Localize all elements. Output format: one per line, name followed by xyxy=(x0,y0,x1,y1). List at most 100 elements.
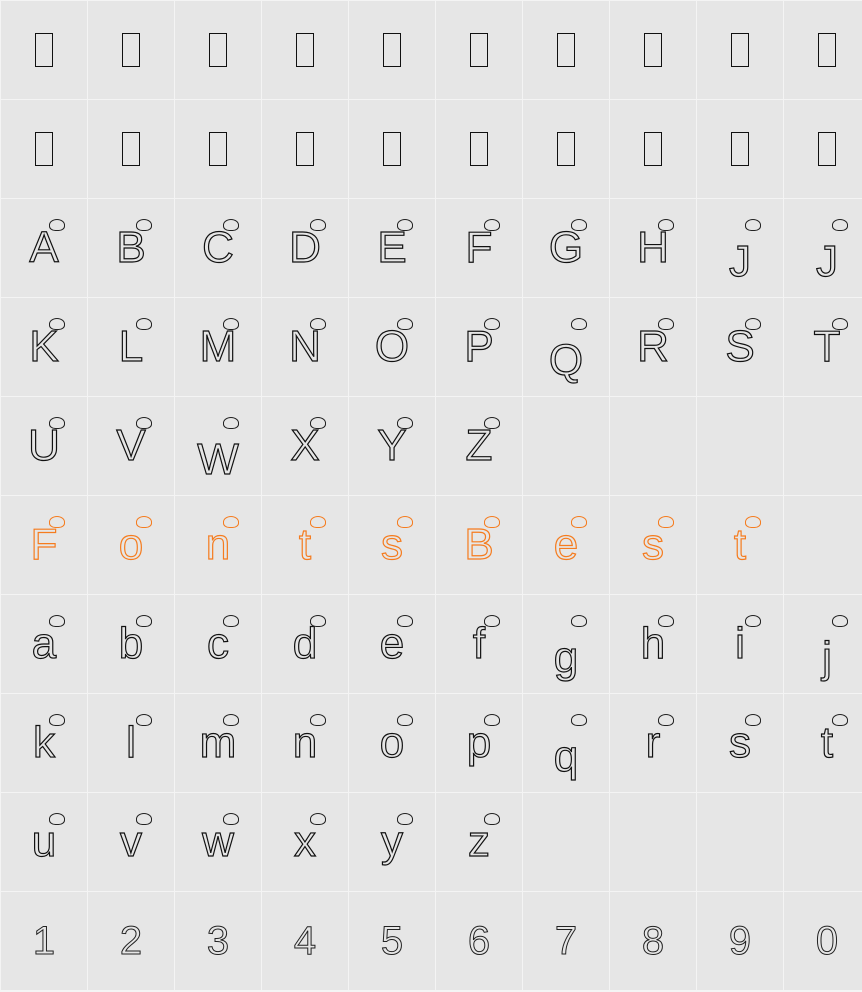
glyph-cell: s xyxy=(610,496,696,594)
font-preview-grid: A B C D E F G H J J K L M N O P Q R S T U V W X Y Z Fo n t s Be s t a b c d e… xyxy=(0,0,862,992)
animal-doodle-icon xyxy=(310,417,326,429)
animal-doodle-icon xyxy=(397,615,413,627)
empty-cell xyxy=(784,793,862,891)
glyph-cell: 2 xyxy=(88,892,174,990)
glyph-cell: 6 xyxy=(436,892,522,990)
animal-doodle-icon xyxy=(658,219,674,231)
glyph-cell xyxy=(523,1,609,99)
glyph-character: 3 xyxy=(206,919,230,963)
glyph-character: e xyxy=(553,520,579,569)
glyph-cell: J xyxy=(697,199,783,297)
glyph-cell: v xyxy=(88,793,174,891)
glyph-cell: d xyxy=(262,595,348,693)
animal-doodle-icon xyxy=(571,516,587,528)
glyph-character: x xyxy=(293,817,316,866)
glyph-character: A xyxy=(29,223,60,272)
animal-doodle-icon xyxy=(49,714,65,726)
animal-doodle-icon xyxy=(658,615,674,627)
animal-doodle-icon xyxy=(223,615,239,627)
animal-doodle-icon xyxy=(745,714,761,726)
notdef-box-icon xyxy=(470,132,488,166)
glyph-cell: W xyxy=(175,397,261,495)
glyph-cell xyxy=(262,1,348,99)
glyph-character: e xyxy=(379,619,405,668)
glyph-character: z xyxy=(467,817,490,866)
glyph-cell: h xyxy=(610,595,696,693)
glyph-cell: o xyxy=(349,694,435,792)
glyph-character: T xyxy=(813,322,841,371)
glyph-character: J xyxy=(815,237,838,286)
notdef-box-icon xyxy=(209,33,227,67)
empty-cell xyxy=(523,793,609,891)
glyph-cell xyxy=(610,100,696,198)
animal-doodle-icon xyxy=(49,417,65,429)
glyph-character: 4 xyxy=(293,919,317,963)
glyph-character: E xyxy=(377,223,408,272)
notdef-box-icon xyxy=(818,33,836,67)
glyph-character: q xyxy=(553,732,579,781)
glyph-character: C xyxy=(202,223,235,272)
glyph-cell: C xyxy=(175,199,261,297)
animal-doodle-icon xyxy=(49,516,65,528)
glyph-cell: B xyxy=(88,199,174,297)
glyph-cell: L xyxy=(88,298,174,396)
notdef-box-icon xyxy=(383,33,401,67)
animal-doodle-icon xyxy=(136,318,152,330)
glyph-cell: z xyxy=(436,793,522,891)
animal-doodle-icon xyxy=(310,813,326,825)
glyph-character: m xyxy=(199,718,237,767)
animal-doodle-icon xyxy=(310,714,326,726)
glyph-cell: m xyxy=(175,694,261,792)
empty-cell xyxy=(784,496,862,594)
glyph-cell: e xyxy=(349,595,435,693)
glyph-cell: F xyxy=(436,199,522,297)
animal-doodle-icon xyxy=(136,516,152,528)
glyph-cell: A xyxy=(1,199,87,297)
animal-doodle-icon xyxy=(136,615,152,627)
glyph-character: V xyxy=(116,421,147,470)
glyph-character: a xyxy=(31,619,57,668)
glyph-cell xyxy=(88,1,174,99)
notdef-box-icon xyxy=(731,132,749,166)
animal-doodle-icon xyxy=(397,318,413,330)
glyph-character: i xyxy=(735,619,746,668)
glyph-character: w xyxy=(202,817,235,866)
glyph-character: s xyxy=(728,718,751,767)
animal-doodle-icon xyxy=(745,615,761,627)
glyph-cell: D xyxy=(262,199,348,297)
animal-doodle-icon xyxy=(310,318,326,330)
glyph-character: b xyxy=(118,619,144,668)
animal-doodle-icon xyxy=(832,615,848,627)
animal-doodle-icon xyxy=(658,318,674,330)
animal-doodle-icon xyxy=(484,516,500,528)
glyph-cell: y xyxy=(349,793,435,891)
glyph-character: g xyxy=(553,633,579,682)
animal-doodle-icon xyxy=(484,813,500,825)
animal-doodle-icon xyxy=(832,219,848,231)
animal-doodle-icon xyxy=(310,516,326,528)
glyph-cell xyxy=(349,100,435,198)
empty-cell xyxy=(523,397,609,495)
glyph-character: t xyxy=(733,520,747,569)
glyph-character: D xyxy=(289,223,322,272)
empty-cell xyxy=(610,793,696,891)
glyph-character: 5 xyxy=(380,919,404,963)
glyph-character: H xyxy=(637,223,670,272)
glyph-character: n xyxy=(292,718,318,767)
glyph-cell: J xyxy=(784,199,862,297)
glyph-character: y xyxy=(380,817,403,866)
glyph-cell xyxy=(1,1,87,99)
glyph-cell: 1 xyxy=(1,892,87,990)
glyph-character: B xyxy=(116,223,147,272)
glyph-cell: k xyxy=(1,694,87,792)
animal-doodle-icon xyxy=(397,516,413,528)
glyph-character: Y xyxy=(377,421,408,470)
notdef-box-icon xyxy=(35,33,53,67)
glyph-cell: S xyxy=(697,298,783,396)
glyph-cell xyxy=(88,100,174,198)
animal-doodle-icon xyxy=(136,813,152,825)
animal-doodle-icon xyxy=(397,813,413,825)
animal-doodle-icon xyxy=(223,318,239,330)
glyph-character: n xyxy=(205,520,231,569)
glyph-cell: t xyxy=(784,694,862,792)
